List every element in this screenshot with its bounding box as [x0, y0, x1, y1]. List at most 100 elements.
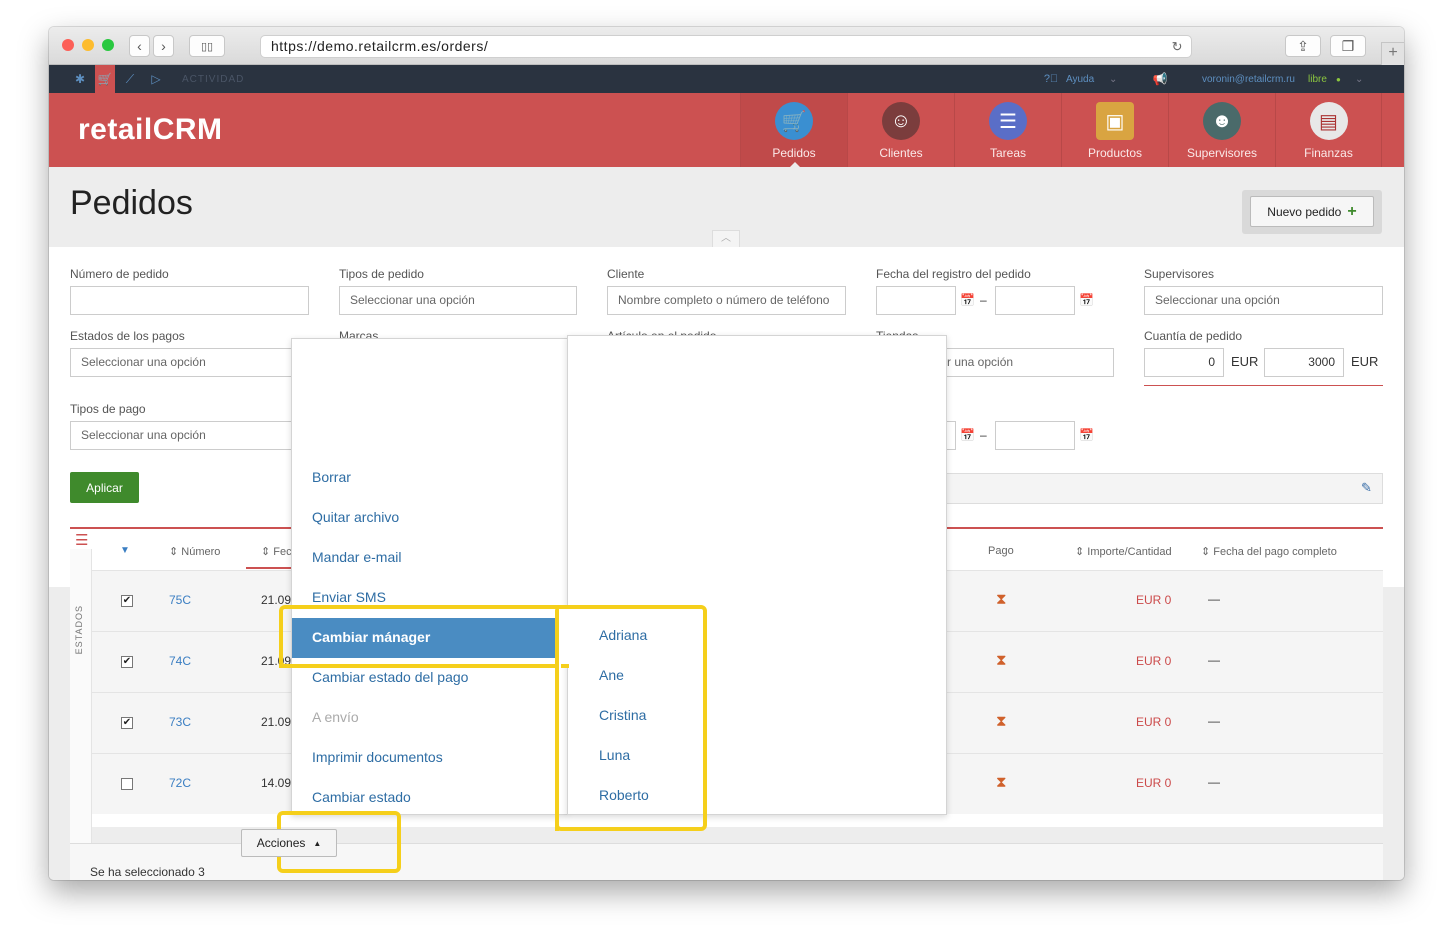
row-checkbox[interactable] [121, 778, 133, 790]
analytics-icon[interactable]: ⟋ [121, 65, 139, 93]
order-date: 14.09 [261, 776, 292, 790]
top-toolbar: ✱ 🛒 ⟋ ▷ ACTIVIDAD ?⃝ Ayuda ⌄ 📢 voronin@r… [49, 65, 1404, 93]
nav-label: Supervisores [1186, 146, 1258, 160]
nav-pedidos[interactable]: 🛒 Pedidos [740, 93, 847, 167]
payment-states-select[interactable]: Seleccionar una opción [70, 348, 309, 377]
menu-item-borrar[interactable]: Borrar [292, 458, 568, 498]
nav-supervisores[interactable]: ☻ Supervisores [1168, 93, 1275, 167]
highlight-connector [279, 664, 559, 668]
header-paid-date[interactable]: ⇕ Fecha del pago completo [1201, 545, 1337, 558]
currency-label: EUR [1351, 354, 1379, 369]
menu-item-imprimir-documentos[interactable]: Imprimir documentos [292, 738, 568, 778]
order-number-label: Número de pedido [70, 267, 169, 281]
nav-productos[interactable]: ▣ Productos [1061, 93, 1168, 167]
gear-icon[interactable]: ✱ [71, 65, 89, 93]
nav-clientes[interactable]: ☺ Clientes [847, 93, 954, 167]
nav-tareas[interactable]: ☰ Tareas [954, 93, 1061, 167]
actions-button[interactable]: Acciones ▲ [241, 829, 337, 857]
supervisors-select[interactable]: Seleccionar una opción [1144, 286, 1383, 315]
nav-finanzas[interactable]: ▤ Finanzas [1275, 93, 1382, 167]
nav-label: Productos [1087, 146, 1143, 160]
date-to-input[interactable] [995, 421, 1075, 450]
new-order-button[interactable]: Nuevo pedido + [1250, 196, 1374, 227]
calendar-icon[interactable]: 📅 [1079, 428, 1094, 442]
order-number-link[interactable]: 72C [169, 776, 191, 790]
order-types-label: Tipos de pedido [339, 267, 424, 281]
client-input[interactable]: Nombre completo o número de teléfono [607, 286, 846, 315]
person-icon: ☺ [882, 102, 920, 140]
header-paid-date-label: Fecha del pago completo [1213, 546, 1337, 558]
states-label: ESTADOS [74, 605, 84, 655]
calendar-icon[interactable]: 📅 [960, 293, 975, 307]
amount-to-input[interactable]: 3000 [1264, 348, 1344, 377]
chevron-down-icon[interactable]: ⌄ [1109, 65, 1117, 93]
saved-filters-bar[interactable] [919, 473, 1383, 504]
header-payment[interactable]: Pago [988, 545, 1014, 557]
order-number-link[interactable]: 73C [169, 715, 191, 729]
list-icon: ☰ [989, 102, 1027, 140]
apply-button[interactable]: Aplicar [70, 472, 139, 503]
order-number-input[interactable] [70, 286, 309, 315]
states-sidebar[interactable]: ESTADOS [70, 549, 92, 849]
sort-icon: ⇕ [169, 546, 182, 558]
hourglass-icon: ⧗ [996, 652, 1007, 669]
order-number-link[interactable]: 75C [169, 593, 191, 607]
page-title: Pedidos [70, 184, 193, 222]
order-amount: EUR 0 [1136, 654, 1172, 668]
order-number-link[interactable]: 74C [169, 654, 191, 668]
share-button[interactable]: ⇪ [1285, 35, 1321, 57]
nav-label: Finanzas [1304, 146, 1353, 160]
play-icon[interactable]: ▷ [147, 65, 165, 93]
menu-item-mandar-email[interactable]: Mandar e-mail [292, 538, 568, 578]
chevron-right-icon: › [161, 38, 166, 54]
paid-date: — [1208, 653, 1220, 667]
payment-types-select[interactable]: Seleccionar una opción [70, 421, 309, 450]
sort-icon: ⇕ [1075, 546, 1088, 558]
row-checkbox[interactable]: ✔ [121, 656, 133, 668]
cart-icon[interactable]: 🛒 [95, 65, 115, 93]
user-email[interactable]: voronin@retailcrm.ru [1202, 65, 1295, 93]
tabs-button[interactable]: ❐ [1330, 35, 1366, 57]
new-tab-button[interactable]: + [1381, 42, 1404, 65]
amount-from-input[interactable]: 0 [1144, 348, 1224, 377]
list-menu-icon[interactable]: ☰ [75, 531, 88, 549]
reload-icon[interactable]: ↻ [1172, 36, 1183, 57]
paid-date: — [1208, 775, 1220, 789]
caret-up-icon: ▲ [313, 838, 322, 848]
calendar-icon[interactable]: 📅 [960, 428, 975, 442]
supervisors-label: Supervisores [1144, 267, 1215, 281]
url-bar[interactable]: https://demo.retailcrm.es/orders/ ↻ [260, 35, 1192, 58]
sort-toggle-icon[interactable]: ▼ [120, 545, 130, 556]
new-order-label: Nuevo pedido [1267, 204, 1342, 219]
row-checkbox[interactable]: ✔ [121, 717, 133, 729]
highlight-frame [279, 605, 569, 668]
retailcrm-logo[interactable]: retailCRM [78, 113, 223, 147]
highlight-connector [555, 664, 559, 831]
menu-item-quitar-archivo[interactable]: Quitar archivo [292, 498, 568, 538]
activity-label[interactable]: ACTIVIDAD [182, 65, 244, 93]
header-number-label: Número [181, 546, 221, 558]
zoom-window-button[interactable] [102, 39, 114, 51]
reg-date-to[interactable] [995, 286, 1075, 315]
reg-date-from[interactable] [876, 286, 956, 315]
help-link[interactable]: Ayuda [1066, 65, 1094, 93]
row-checkbox[interactable]: ✔ [121, 595, 133, 607]
order-types-select[interactable]: Seleccionar una opción [339, 286, 577, 315]
sidebar-toggle-button[interactable]: ▯▯ [189, 35, 225, 57]
reg-date-label: Fecha del registro del pedido [876, 267, 1031, 281]
forward-button[interactable]: › [153, 35, 174, 57]
pencil-icon[interactable]: ✎ [1361, 480, 1372, 496]
header-amount[interactable]: ⇕ Importe/Cantidad [1075, 545, 1172, 558]
collapse-filters-button[interactable]: ︿ [712, 230, 740, 247]
calendar-icon[interactable]: 📅 [1079, 293, 1094, 307]
back-button[interactable]: ‹ [129, 35, 150, 57]
minimize-window-button[interactable] [82, 39, 94, 51]
header-date[interactable]: ⇕ Fec [261, 545, 292, 558]
close-window-button[interactable] [62, 39, 74, 51]
user-menu-chevron-icon[interactable]: ⌄ [1355, 65, 1363, 93]
order-amount: EUR 0 [1136, 593, 1172, 607]
highlight-inner-fill [559, 609, 569, 664]
status-dot-icon: ● [1336, 74, 1341, 84]
megaphone-icon[interactable]: 📢 [1152, 65, 1168, 93]
header-number[interactable]: ⇕ Número [169, 545, 220, 558]
